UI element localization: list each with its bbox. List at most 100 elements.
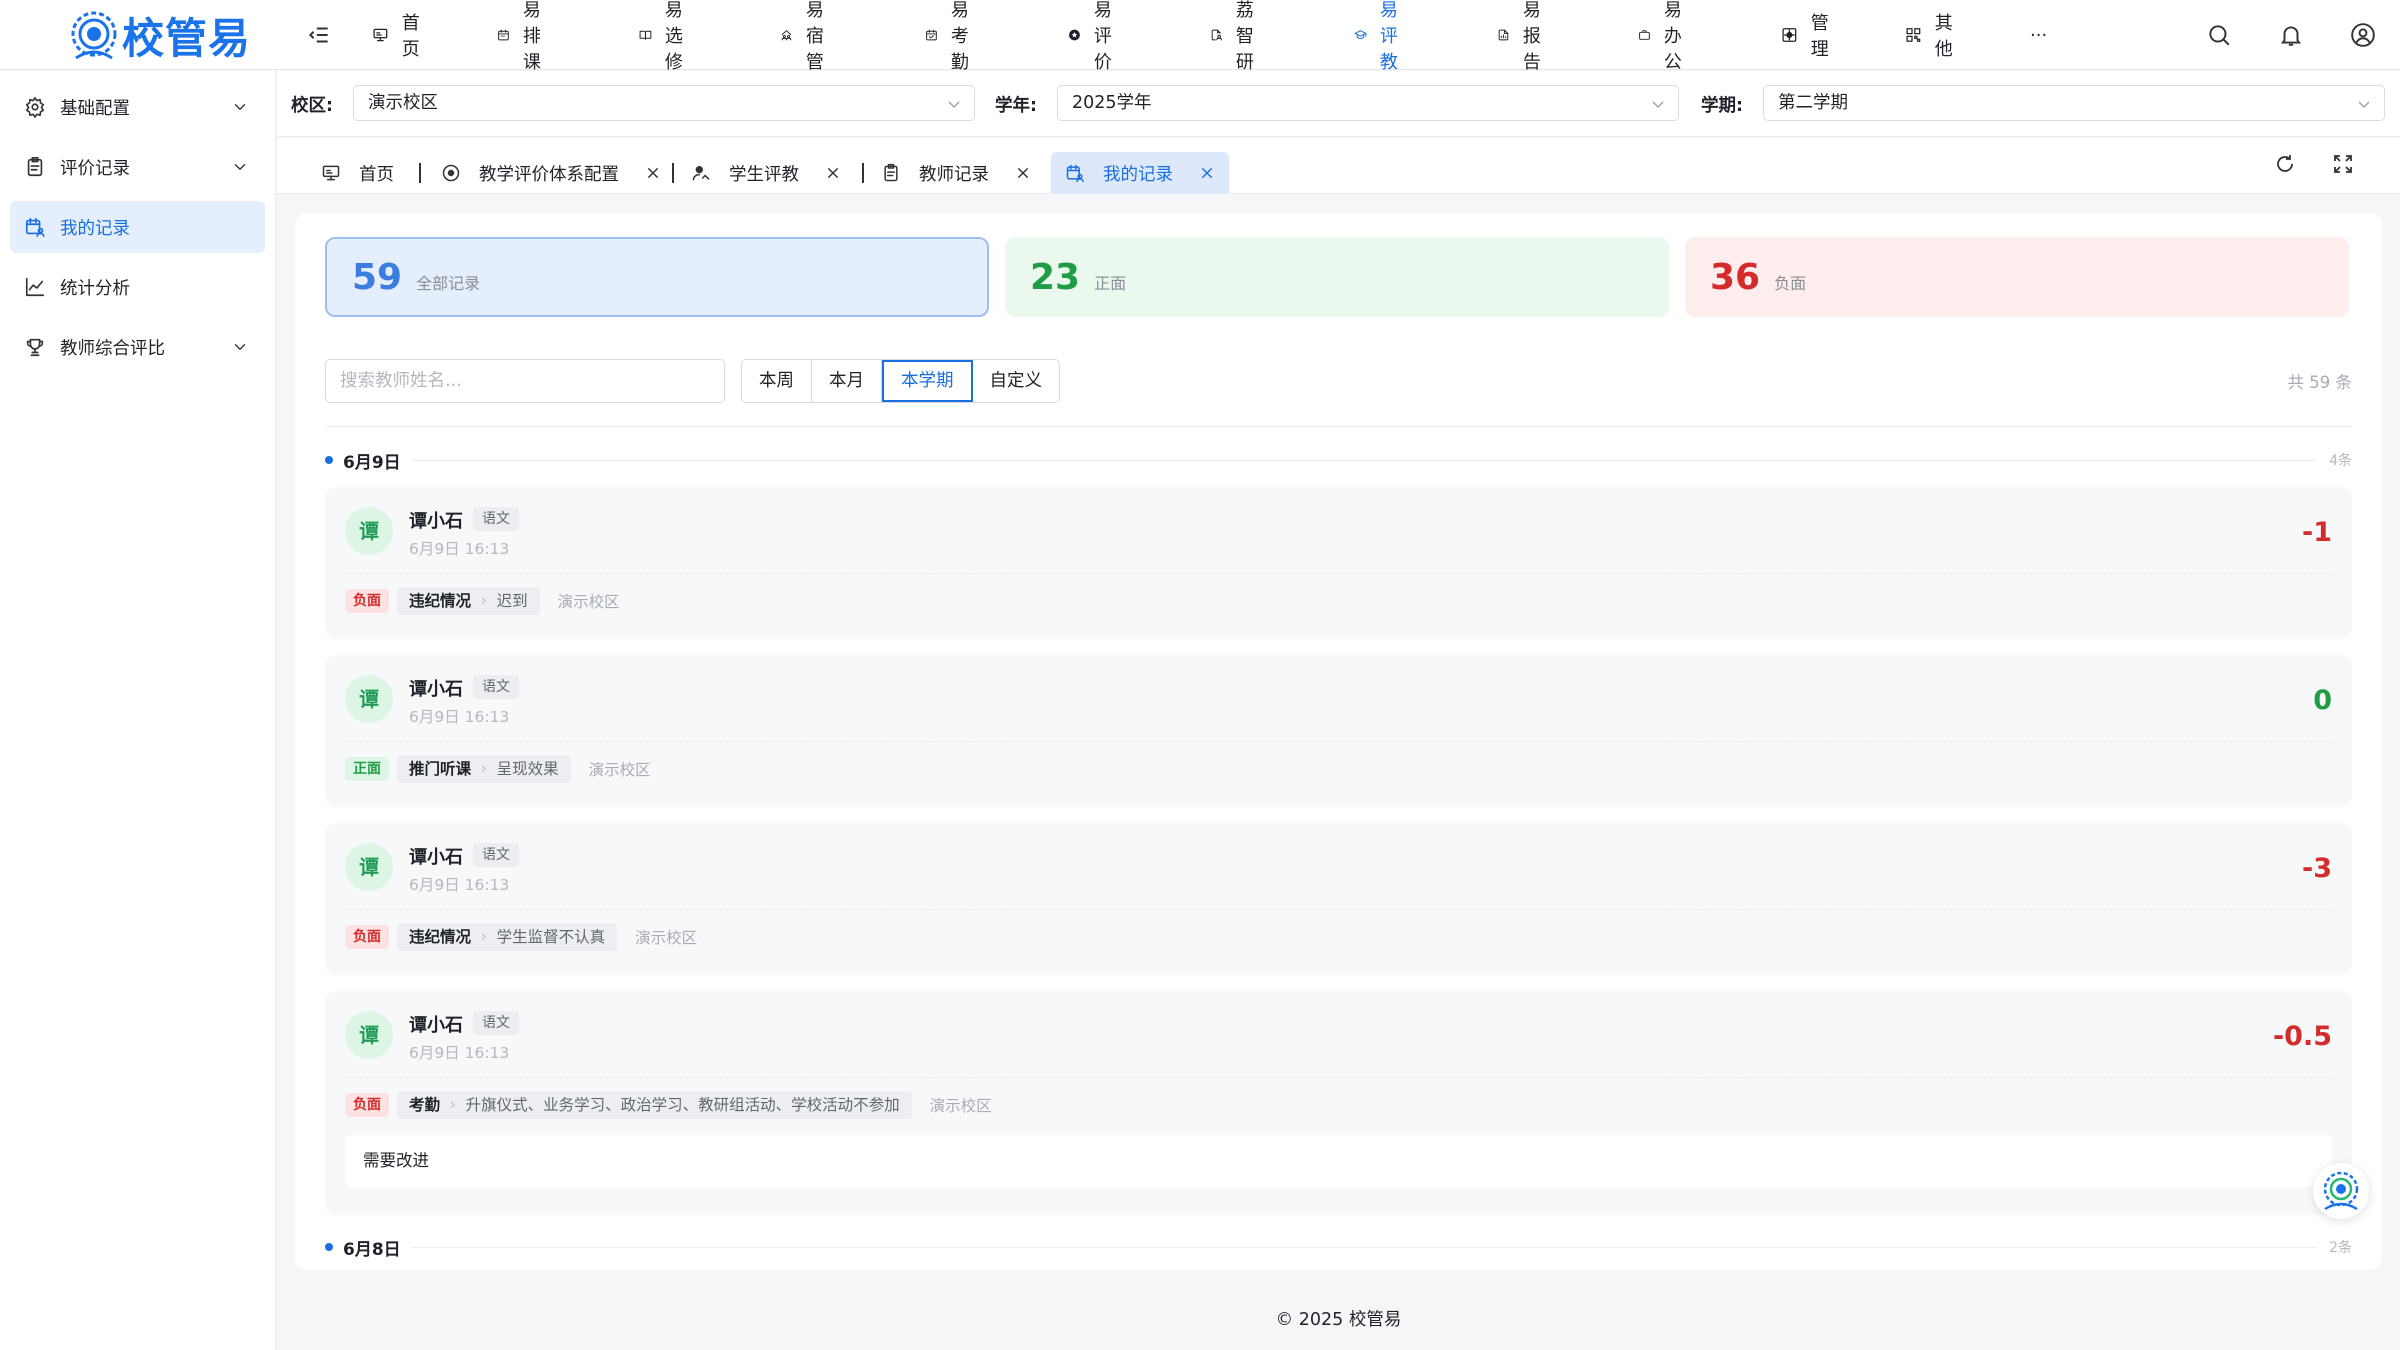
assistant-fab-button[interactable] [2313,1163,2369,1219]
record-tags: 负面 考勤 › 升旗仪式、业务学习、政治学习、教研组活动、学校活动不参加 演示校区 [345,1091,992,1119]
nav-item-11[interactable]: 其他 [1905,0,1960,70]
close-icon[interactable] [1015,165,1031,181]
search-icon[interactable] [2206,22,2232,48]
record-card[interactable]: 谭谭小石 语文 6月9日 16:13 -3 负面 违纪情况 › 学生监督不认真 演示校区 [325,823,2352,975]
card-divider [345,573,2332,574]
year-value: 2025学年 [1072,93,1152,113]
nav-item-label: 易办公 [1663,0,1682,73]
sidebar-item-1[interactable]: 评价记录 [10,141,265,193]
campus-select[interactable]: 演示校区 [353,85,975,121]
nav-item-0[interactable]: 首页 [372,0,427,70]
tab-bar: 首页 教学评价体系配置 学生评教 教师记录 我的记录 [277,138,2400,194]
range-button-2[interactable]: 本学期 [882,360,973,402]
subject-badge: 语文 [473,675,519,699]
nav-item-7[interactable]: 易评教 [1354,0,1409,73]
logo-emblem-icon [2323,1171,2359,1211]
term-select[interactable]: 第二学期 [1763,85,2385,121]
record-tags: 负面 违纪情况 › 学生监督不认真 演示校区 [345,923,697,951]
sidebar-item-2[interactable]: 我的记录 [10,201,265,253]
date-count: 2条 [2329,1240,2352,1256]
avatar: 谭 [345,675,393,723]
tab-0[interactable]: 首页 [307,152,402,194]
record-time: 6月9日 16:13 [409,876,510,894]
close-icon[interactable] [1199,165,1215,181]
nav-item-label: 易评价 [1093,0,1112,73]
polarity-badge: 负面 [345,1093,389,1117]
nav-item-3[interactable]: 易宿管 [780,0,835,73]
fullscreen-icon[interactable] [2331,152,2355,176]
stat-negative-card[interactable]: 36 负面 [1685,237,2349,317]
nav-item-1[interactable]: 易排课 [497,0,552,73]
card-divider [345,1077,2332,1078]
collapse-menu-icon[interactable] [306,22,332,48]
nav-item-label: 易考勤 [950,0,969,73]
logo-emblem-icon [71,11,117,59]
campus-tag: 演示校区 [635,929,698,947]
record-card[interactable]: 谭谭小石 语文 6月9日 16:13 -0.5 负面 考勤 › 升旗仪式、业务学习、政治学习、… [325,991,2352,1215]
date-dot [325,456,333,464]
teacher-name: 谭小石 [409,1015,463,1036]
category-tag: 违纪情况 › 迟到 [397,587,540,615]
tab-label: 教学评价体系配置 [479,164,619,185]
tab-1[interactable]: 教学评价体系配置 [427,152,675,194]
user-icon[interactable] [2350,22,2376,48]
tab-label: 学生评教 [729,164,799,185]
year-select[interactable]: 2025学年 [1057,85,1679,121]
range-button-3[interactable]: 自定义 [972,360,1059,402]
nav-item-2[interactable]: 易选修 [639,0,694,73]
campus-tag: 演示校区 [929,1097,992,1115]
nav-item-label: ··· [2030,24,2048,46]
nav-item-4[interactable]: 易考勤 [925,0,980,73]
refresh-icon[interactable] [2273,152,2297,176]
tab-4[interactable]: 我的记录 [1051,152,1229,194]
nav-item-12[interactable]: ··· [2030,0,2047,70]
teacher-search-input[interactable]: 搜索教师姓名... [325,359,725,403]
stat-positive-card[interactable]: 23 正面 [1005,237,1669,317]
sidebar-item-label: 我的记录 [60,218,130,239]
bell-icon[interactable] [2278,22,2304,48]
score-value: -3 [2302,853,2332,884]
range-button-1[interactable]: 本月 [812,360,882,402]
record-card[interactable]: 谭谭小石 语文 6月9日 16:13 -1 负面 违纪情况 › 迟到 演示校区 [325,487,2352,639]
nav-item-10[interactable]: 管理 [1781,0,1836,70]
subject-badge: 语文 [473,507,519,531]
nav-item-8[interactable]: 易报告 [1497,0,1552,73]
category-label: 考勤 [409,1096,441,1114]
nav-item-label: 其他 [1934,13,1953,60]
avatar: 谭 [345,507,393,555]
nav-item-6[interactable]: 荔智研 [1210,0,1265,73]
stat-negative-value: 36 [1710,256,1761,298]
stat-all-card[interactable]: 59 全部记录 [325,237,989,317]
sidebar-item-3[interactable]: 统计分析 [10,261,265,313]
record-card[interactable]: 谭谭小石 语文 6月9日 16:13 0 正面 推门听课 › 呈现效果 演示校区 [325,655,2352,807]
sidebar-item-4[interactable]: 教师综合评比 [10,321,265,373]
chevron-down-icon [234,164,246,170]
nav-item-5[interactable]: 易评价 [1068,0,1123,73]
sidebar-item-label: 基础配置 [60,98,130,119]
polarity-badge: 负面 [345,589,389,613]
app-logo[interactable]: 校管易 [68,5,261,66]
avatar: 谭 [345,1011,393,1059]
range-button-0[interactable]: 本周 [742,360,812,402]
tab-3[interactable]: 教师记录 [867,152,1045,194]
date-divider [410,1246,2318,1248]
footer: © 2025 校管易 [1275,1310,1402,1330]
tab-2[interactable]: 学生评教 [677,152,855,194]
close-icon[interactable] [825,165,841,181]
tab-separator [419,163,421,183]
stat-all-label: 全部记录 [416,274,481,293]
stat-all-value: 59 [352,256,403,298]
score-value: -0.5 [2272,1021,2332,1052]
item-label: 升旗仪式、业务学习、政治学习、教研组活动、学校活动不参加 [465,1096,900,1114]
target-icon [442,164,460,182]
nav-item-9[interactable]: 易办公 [1638,0,1693,73]
star-circle-icon [1069,29,1080,41]
arrow-right-icon: › [481,929,487,945]
close-icon[interactable] [645,165,661,181]
sidebar-item-0[interactable]: 基础配置 [10,81,265,133]
nav-tools [2160,0,2376,70]
tab-label: 教师记录 [919,164,989,185]
campus-tag: 演示校区 [557,593,620,611]
monitor-icon [373,28,388,42]
divider [325,426,2352,427]
